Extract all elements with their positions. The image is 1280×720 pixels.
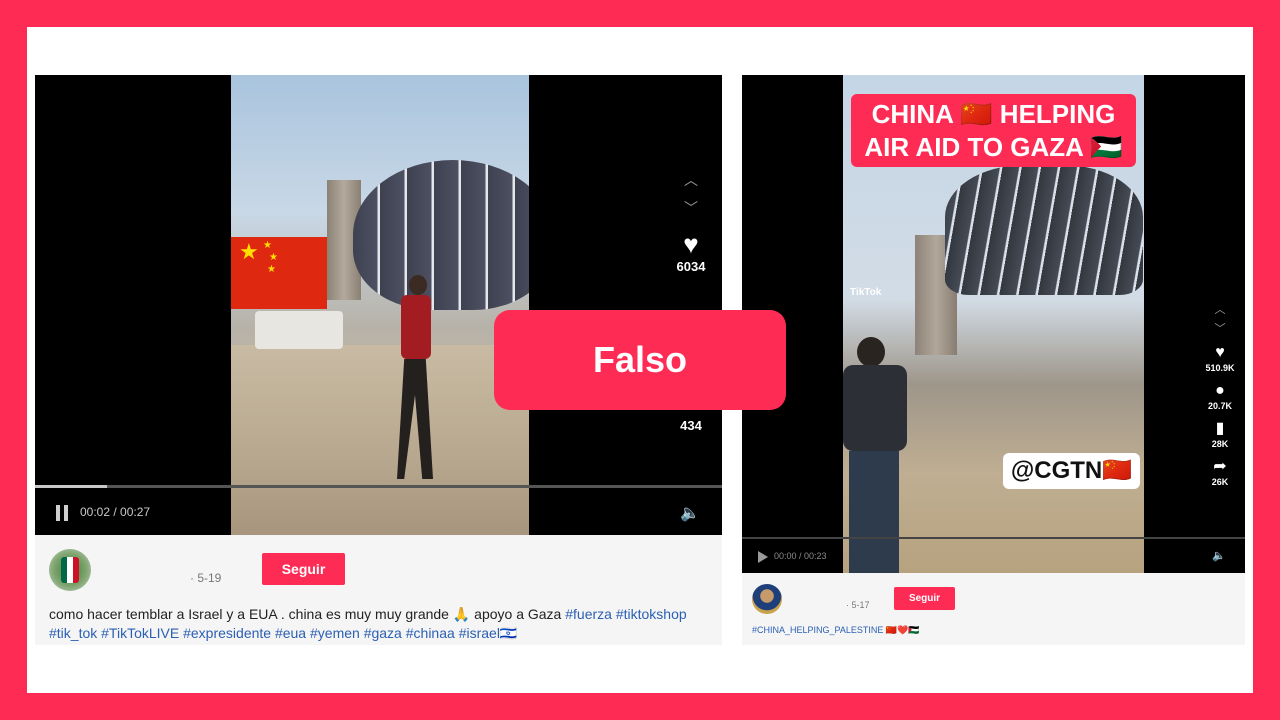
left-post-info: · 5-19 Seguir como hacer temblar a Israe… <box>35 535 722 645</box>
parachute <box>945 165 1143 295</box>
chevron-up-icon[interactable]: ︿ <box>665 173 717 187</box>
avatar[interactable] <box>752 584 782 614</box>
left-video-frame: ★ ★ ★ ★ <box>231 75 529 535</box>
hashtag[interactable]: #eua <box>275 625 306 641</box>
volume-icon[interactable]: 🔈 <box>1212 549 1226 562</box>
follow-button[interactable]: Seguir <box>894 587 955 610</box>
comment-count: 20.7K <box>1207 401 1233 411</box>
china-flag: ★ ★ ★ ★ <box>231 237 327 309</box>
video-title-banner: CHINA 🇨🇳 HELPING AIR AID TO GAZA 🇵🇸 <box>851 94 1136 167</box>
follow-button[interactable]: Seguir <box>262 553 345 585</box>
right-video-player[interactable]: CHINA 🇨🇳 HELPING AIR AID TO GAZA 🇵🇸 TikT… <box>742 75 1245 573</box>
comment-icon[interactable]: ● <box>1200 383 1240 399</box>
hashtag[interactable]: #tiktokshop <box>616 606 687 622</box>
share-count: 434 <box>680 418 702 433</box>
heart-icon[interactable]: ♥ <box>1200 345 1240 361</box>
bookmark-icon[interactable]: ▮ <box>1200 421 1240 437</box>
share-count: 26K <box>1211 477 1229 487</box>
play-icon[interactable] <box>758 551 768 563</box>
post-caption[interactable]: #CHINA_HELPING_PALESTINE 🇨🇳❤️🇵🇸 <box>752 625 920 636</box>
like-count: 6034 <box>676 259 706 274</box>
volume-icon[interactable]: 🔈 <box>680 503 700 523</box>
chevron-up-icon[interactable]: ︿ <box>1200 305 1240 316</box>
save-count: 28K <box>1211 439 1229 449</box>
avatar[interactable] <box>49 549 91 591</box>
left-time-display: 00:02 / 00:27 <box>80 505 151 519</box>
right-post-info: · 5-17 Seguir #CHINA_HELPING_PALESTINE 🇨… <box>742 573 1245 645</box>
left-video-player[interactable]: ★ ★ ★ ★ ︿ ﹀ ♥ 6034 ➦ 434 00:02 / 00:27 🔈 <box>35 75 722 535</box>
truck <box>255 311 343 349</box>
running-person <box>395 275 435 485</box>
heart-icon[interactable]: ♥ <box>665 231 717 257</box>
post-date: · 5-17 <box>846 600 870 610</box>
share-icon[interactable]: ➦ <box>1200 459 1240 475</box>
right-progress-bar[interactable] <box>742 537 1245 539</box>
hashtag[interactable]: #chinaa <box>406 625 455 641</box>
verdict-label: Falso <box>494 310 786 410</box>
chevron-down-icon[interactable]: ﹀ <box>665 201 717 215</box>
post-date: · 5-19 <box>190 571 222 585</box>
hashtag[interactable]: #yemen <box>310 625 360 641</box>
banner-line-2: AIR AID TO GAZA 🇵🇸 <box>864 132 1123 162</box>
hashtag[interactable]: #expresidente <box>183 625 271 641</box>
left-progress-bar[interactable] <box>35 485 722 488</box>
parachute <box>353 160 529 310</box>
tiktok-watermark: TikTok <box>850 287 882 298</box>
post-caption: como hacer temblar a Israel y a EUA . ch… <box>49 605 714 643</box>
hashtag[interactable]: #TikTokLIVE <box>101 625 179 641</box>
right-time-display: 00:00 / 00:23 <box>774 551 827 561</box>
chevron-down-icon[interactable]: ﹀ <box>1200 324 1240 335</box>
right-tiktok-post: CHINA 🇨🇳 HELPING AIR AID TO GAZA 🇵🇸 TikT… <box>742 75 1245 645</box>
banner-line-1: CHINA 🇨🇳 HELPING <box>871 99 1116 129</box>
hashtag[interactable]: #israel🇮🇱 <box>459 625 518 641</box>
like-count: 510.9K <box>1205 363 1235 373</box>
caption-text: como hacer temblar a Israel y a EUA . ch… <box>49 606 566 622</box>
right-action-bar: ︿ ﹀ ♥ 510.9K ● 20.7K ▮ 28K ➦ 26K <box>1200 305 1240 488</box>
hashtag[interactable]: #fuerza <box>565 606 612 622</box>
hashtag[interactable]: #gaza <box>364 625 402 641</box>
hashtag[interactable]: #tik_tok <box>49 625 97 641</box>
cgtn-label: @CGTN🇨🇳 <box>1003 453 1140 489</box>
pause-icon[interactable] <box>55 505 69 521</box>
